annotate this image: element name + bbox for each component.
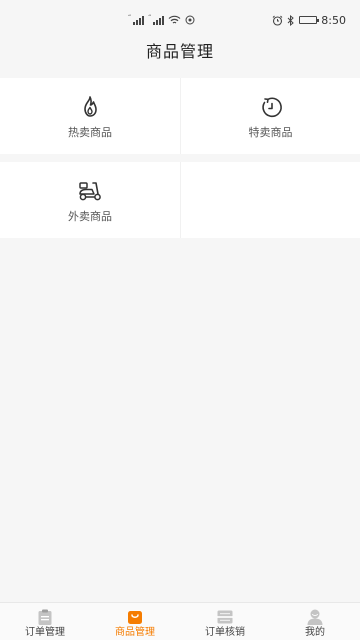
status-bar: “ “ 8:50 [0, 0, 360, 38]
signal-icon: “ [148, 15, 165, 25]
clipboard-icon [38, 609, 52, 625]
tab-order-verification[interactable]: 订单核销 [180, 603, 270, 640]
menu-item-label: 外卖商品 [68, 210, 112, 223]
page-title: 商品管理 [145, 42, 214, 61]
tab-label: 订单管理 [25, 627, 65, 638]
status-right: 8:50 [272, 13, 346, 27]
menu-item-label: 特卖商品 [248, 126, 293, 139]
tab-mine[interactable]: 我的 [270, 603, 360, 640]
location-icon [185, 15, 195, 25]
tab-label: 订单核销 [205, 627, 245, 638]
menu-item-label: 热卖商品 [68, 126, 112, 139]
wifi-icon [168, 15, 181, 24]
menu-item-takeaway-products[interactable]: 外卖商品 [0, 162, 180, 238]
user-icon [307, 609, 323, 625]
menu-item-sale-products[interactable]: 特卖商品 [180, 78, 360, 154]
bluetooth-icon [287, 14, 295, 26]
shopping-bag-icon [128, 611, 142, 624]
menu-row: 外卖商品 [0, 162, 360, 238]
tab-label: 商品管理 [115, 627, 155, 638]
signal-icon: “ [128, 15, 145, 25]
status-time: 8:50 [321, 13, 346, 27]
battery-icon [299, 16, 320, 24]
tab-product-management[interactable]: 商品管理 [90, 603, 180, 640]
status-indicators: “ “ [128, 14, 195, 26]
flame-icon [84, 96, 97, 117]
scooter-icon [79, 182, 101, 201]
bottom-tab-bar: 订单管理 商品管理 订单核销 我的 [0, 602, 360, 640]
scanner-icon [217, 610, 233, 624]
menu-empty-cell [180, 162, 360, 238]
menu-row: 热卖商品 特卖商品 [0, 78, 360, 154]
timer-icon [261, 97, 282, 118]
tab-label: 我的 [305, 627, 325, 638]
menu-item-hot-products[interactable]: 热卖商品 [0, 78, 180, 154]
tab-order-management[interactable]: 订单管理 [0, 603, 90, 640]
alarm-icon [272, 15, 283, 26]
